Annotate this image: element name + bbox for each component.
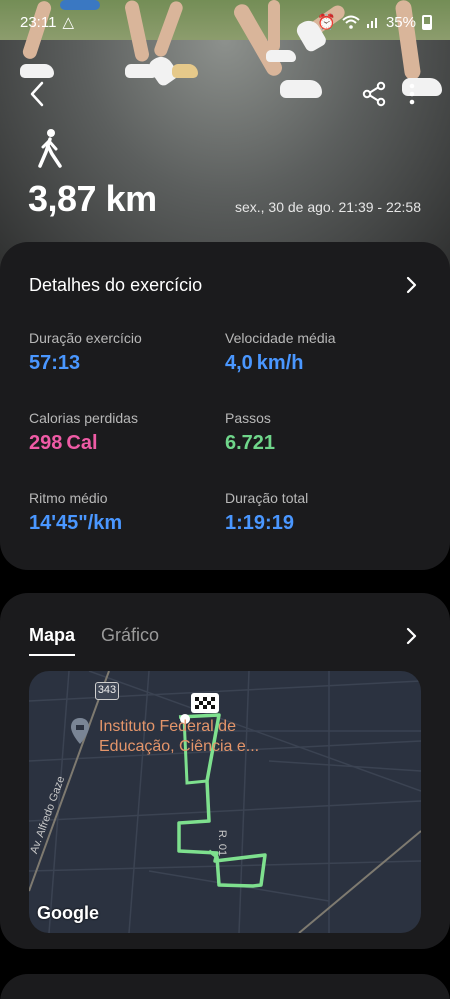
stat-total-duration: Duração total 1:19:19: [225, 490, 415, 535]
stat-duration: Duração exercício 57:13: [29, 330, 219, 375]
status-left: 23:11 △: [20, 13, 74, 32]
next-card: [0, 974, 450, 999]
signal-icon: [366, 18, 377, 28]
distance-value: 3,87 km: [28, 178, 157, 219]
more-vert-icon[interactable]: [402, 80, 422, 108]
share-icon[interactable]: [360, 80, 388, 108]
runner-shoe: [172, 64, 198, 78]
map-streets: [29, 671, 421, 933]
wifi-icon: [342, 15, 360, 29]
status-right: ⏰ 35%: [317, 13, 432, 31]
battery-percent: 35%: [385, 13, 416, 31]
stat-value: 1:19:19: [225, 512, 294, 534]
poi-line-2: Educação, Ciência e...: [99, 738, 260, 755]
hero-photo: [0, 0, 450, 280]
google-logo: Google: [37, 903, 99, 923]
stat-label: Duração exercício: [29, 330, 142, 346]
stat-label: Duração total: [225, 490, 309, 506]
poi-label: Instituto Federal de Educação, Ciência e…: [99, 717, 259, 757]
status-bar: 23:11 △ ⏰ 35%: [20, 10, 432, 34]
runner-shoe: [266, 50, 296, 62]
stat-value: 298 Cal: [29, 432, 98, 454]
map-card: Mapa Gráfico 343 Instituto Federal de Ed…: [0, 593, 450, 949]
battery-icon: [422, 14, 432, 30]
walk-icon: [38, 129, 62, 168]
status-time: 23:11: [20, 13, 57, 31]
notification-icon: △: [62, 14, 74, 31]
exercise-details-card[interactable]: Detalhes do exercício Duração exercício …: [0, 242, 450, 570]
finish-flag-icon: [191, 693, 219, 713]
map-tabs: Mapa Gráfico: [29, 625, 159, 656]
map-pin-icon: [71, 718, 89, 744]
details-title: Detalhes do exercício: [29, 275, 203, 295]
stat-value: 6.721: [225, 432, 276, 454]
stat-calories: Calorias perdidas 298 Cal: [29, 410, 219, 455]
runner-shorts: [60, 0, 100, 10]
stat-value: 57:13: [29, 352, 81, 374]
street-label: R. 01: [216, 829, 229, 857]
road-number-badge: 343: [95, 682, 119, 700]
back-arrow-icon[interactable]: [22, 78, 54, 110]
stat-label: Passos: [225, 410, 271, 426]
alarm-icon: ⏰: [317, 14, 336, 31]
tab-chart[interactable]: Gráfico: [101, 625, 159, 656]
tab-map[interactable]: Mapa: [29, 625, 76, 656]
route-map[interactable]: 343 Instituto Federal de Educação, Ciênc…: [29, 671, 421, 933]
chevron-right-icon[interactable]: [404, 276, 418, 294]
stat-label: Calorias perdidas: [29, 410, 138, 426]
chevron-right-icon[interactable]: [404, 627, 418, 645]
runner-shoe: [20, 64, 54, 78]
stat-label: Ritmo médio: [29, 490, 108, 506]
stat-value: 14'45"/km: [29, 512, 123, 534]
stat-avg-pace: Ritmo médio 14'45"/km: [29, 490, 219, 535]
date-range: sex., 30 de ago. 21:39 - 22:58: [234, 199, 421, 215]
poi-line-1: Instituto Federal de: [99, 718, 236, 735]
stat-label: Velocidade média: [225, 330, 336, 346]
stat-avg-speed: Velocidade média 4,0 km/h: [225, 330, 415, 375]
stat-steps: Passos 6.721: [225, 410, 415, 455]
stat-value: 4,0 km/h: [225, 352, 304, 374]
runner-shoe: [280, 80, 322, 98]
